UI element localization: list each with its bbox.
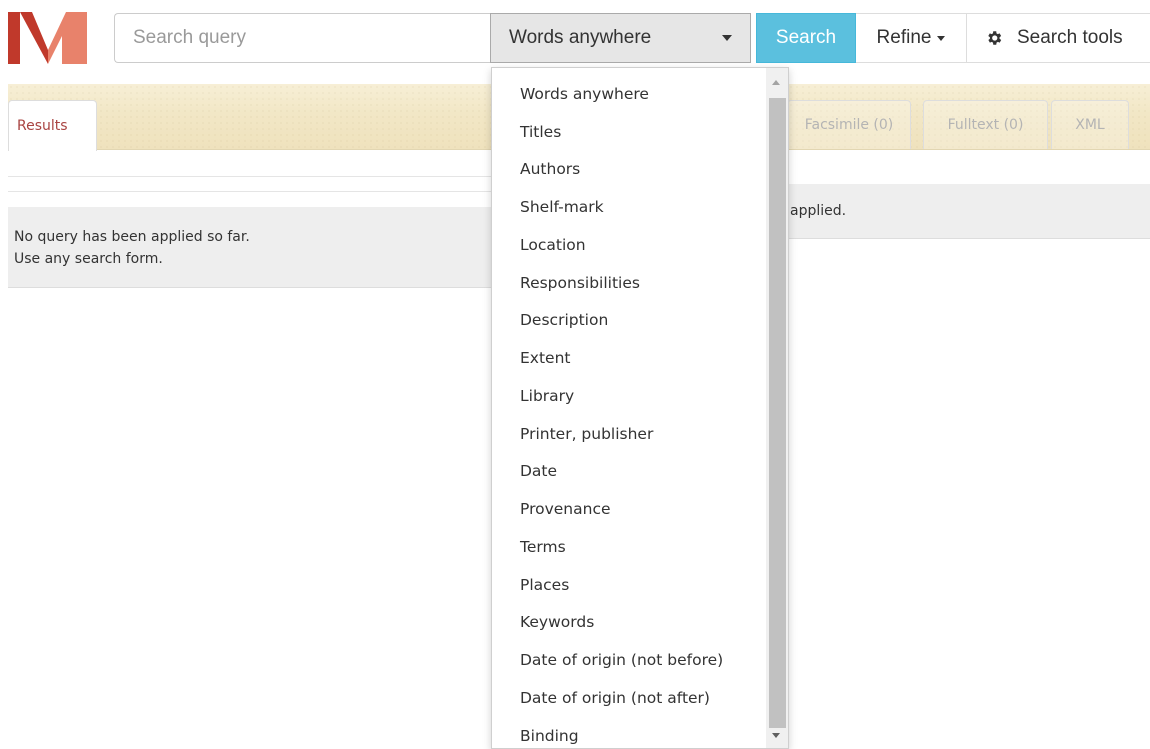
dropdown-scrollbar[interactable] <box>766 68 788 748</box>
option-words-anywhere[interactable]: Words anywhere <box>492 75 766 113</box>
gear-icon <box>988 31 1002 45</box>
site-logo[interactable] <box>8 12 88 64</box>
option-extent[interactable]: Extent <box>492 339 766 377</box>
search-button[interactable]: Search <box>756 13 856 63</box>
refine-button-label: Refine <box>876 27 932 48</box>
option-titles[interactable]: Titles <box>492 113 766 151</box>
scroll-down-arrow-icon[interactable] <box>772 733 780 738</box>
tab-fulltext[interactable]: Fulltext (0) <box>923 100 1048 149</box>
option-date-of-origin-not-after[interactable]: Date of origin (not after) <box>492 679 766 717</box>
search-field-dropdown[interactable]: Words anywhere Titles Authors Shelf-mark… <box>491 67 789 749</box>
option-location[interactable]: Location <box>492 226 766 264</box>
option-date[interactable]: Date <box>492 453 766 491</box>
search-field-selected-value: Words anywhere <box>509 27 652 48</box>
option-binding[interactable]: Binding <box>492 717 766 748</box>
option-keywords[interactable]: Keywords <box>492 604 766 642</box>
option-authors[interactable]: Authors <box>492 151 766 189</box>
no-query-message: No query has been applied so far. <box>14 229 250 245</box>
right-panel-alert: applied. <box>786 184 1150 239</box>
search-tools-button[interactable]: Search tools <box>967 13 1150 63</box>
option-date-of-origin-not-before[interactable]: Date of origin (not before) <box>492 641 766 679</box>
tab-facsimile[interactable]: Facsimile (0) <box>787 100 911 149</box>
refine-button[interactable]: Refine <box>856 13 967 63</box>
no-query-alert: No query has been applied so far. Use an… <box>8 207 494 288</box>
scroll-up-arrow-icon[interactable] <box>772 80 780 85</box>
chevron-down-icon <box>722 35 732 41</box>
option-shelf-mark[interactable]: Shelf-mark <box>492 188 766 226</box>
search-field-select[interactable]: Words anywhere <box>490 13 751 63</box>
scrollbar-thumb[interactable] <box>769 98 786 728</box>
option-description[interactable]: Description <box>492 302 766 340</box>
right-panel-message: applied. <box>790 203 847 219</box>
logo-m-icon <box>8 12 87 64</box>
option-provenance[interactable]: Provenance <box>492 490 766 528</box>
option-terms[interactable]: Terms <box>492 528 766 566</box>
option-places[interactable]: Places <box>492 566 766 604</box>
caret-down-icon <box>937 35 946 41</box>
search-field-options: Words anywhere Titles Authors Shelf-mark… <box>492 75 766 748</box>
option-library[interactable]: Library <box>492 377 766 415</box>
tab-results[interactable]: Results <box>8 100 97 151</box>
search-input[interactable] <box>114 13 492 63</box>
option-responsibilities[interactable]: Responsibilities <box>492 264 766 302</box>
option-printer-publisher[interactable]: Printer, publisher <box>492 415 766 453</box>
tab-xml[interactable]: XML <box>1051 100 1129 149</box>
search-tools-label: Search tools <box>1017 27 1123 48</box>
divider <box>8 176 492 177</box>
no-query-hint: Use any search form. <box>14 251 163 267</box>
divider <box>8 191 492 192</box>
